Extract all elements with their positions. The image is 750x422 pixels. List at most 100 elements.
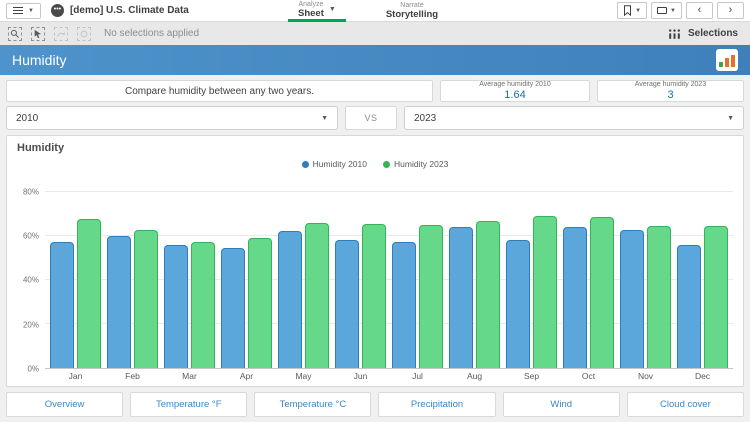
bar-humidity-2010-may[interactable] (278, 231, 302, 368)
bar-group-nov (620, 174, 671, 368)
chart-plot-area: 0%20%40%60%80% (17, 174, 733, 369)
global-menu-button[interactable]: ▼ (6, 3, 41, 19)
bookmarks-button[interactable]: ▼ (617, 2, 647, 19)
bar-group-dec (677, 174, 728, 368)
bar-humidity-2010-jul[interactable] (392, 242, 416, 368)
year-left-value: 2010 (16, 113, 38, 124)
legend-dot-icon (383, 161, 390, 168)
bar-humidity-2010-aug[interactable] (449, 227, 473, 368)
chart-legend: Humidity 2010 Humidity 2023 (17, 158, 733, 170)
smart-search-icon[interactable] (8, 27, 22, 41)
bar-humidity-2010-feb[interactable] (107, 236, 131, 368)
bar-humidity-2023-oct[interactable] (590, 217, 614, 368)
bar-group-oct (563, 174, 614, 368)
kpi-value: 1.64 (504, 90, 525, 101)
nav-button-overview[interactable]: Overview (6, 392, 123, 417)
y-axis-tick-label: 60% (23, 232, 39, 241)
bar-humidity-2023-jul[interactable] (419, 225, 443, 368)
tab-storytelling-label: Storytelling (386, 10, 438, 20)
bar-humidity-2023-nov[interactable] (647, 226, 671, 368)
bar-humidity-2010-jan[interactable] (50, 242, 74, 368)
year-left-dropdown[interactable]: 2010 ▼ (6, 106, 338, 130)
year-right-dropdown[interactable]: 2023 ▼ (404, 106, 744, 130)
bar-group-jan (50, 174, 101, 368)
bar-humidity-2010-nov[interactable] (620, 230, 644, 368)
step-forward-icon (54, 27, 68, 41)
sheet-thumbnail-chart-icon[interactable] (716, 49, 738, 71)
view-tabs: Analyze Sheet ▼ Narrate Storytelling (288, 0, 448, 22)
x-axis-tick-label: Jan (50, 371, 101, 381)
app-title: [demo] U.S. Climate Data (70, 5, 189, 16)
tab-sheet-label: Sheet (298, 9, 324, 19)
bar-humidity-2010-mar[interactable] (164, 245, 188, 368)
bar-humidity-2010-jun[interactable] (335, 240, 359, 368)
bar-humidity-2010-apr[interactable] (221, 248, 245, 368)
app-logo-icon: ••• (51, 4, 64, 17)
bar-humidity-2023-may[interactable] (305, 223, 329, 369)
y-axis-tick-label: 0% (27, 365, 39, 374)
selections-tool-button[interactable]: Selections (664, 22, 742, 45)
x-axis-tick-label: Mar (164, 371, 215, 381)
bar-humidity-2023-jan[interactable] (77, 219, 101, 368)
x-axis-tick-label: Apr (221, 371, 272, 381)
sheet-list-icon (657, 7, 667, 14)
x-axis-tick-label: Oct (563, 371, 614, 381)
selections-grid-icon (668, 28, 681, 40)
kpi-label: Average humidity 2010 (479, 81, 550, 88)
kpi-average-humidity-2010[interactable]: Average humidity 2010 1.64 (440, 80, 590, 102)
chevron-down-icon[interactable]: ▼ (329, 6, 336, 13)
bar-humidity-2010-oct[interactable] (563, 227, 587, 368)
top-bar: ▼ ••• [demo] U.S. Climate Data Analyze S… (0, 0, 750, 22)
bar-group-mar (164, 174, 215, 368)
bar-group-aug (449, 174, 500, 368)
topbar-actions: ▼ ▼ ‹ › (617, 2, 744, 19)
nav-button-temperature-c[interactable]: Temperature °C (254, 392, 371, 417)
bar-humidity-2023-jun[interactable] (362, 224, 386, 368)
bar-humidity-2023-apr[interactable] (248, 238, 272, 368)
vs-label-panel: VS (345, 106, 397, 130)
sheet-title: Humidity (12, 52, 66, 68)
nav-button-temperature-f[interactable]: Temperature °F (130, 392, 247, 417)
kpi-value: 3 (667, 90, 673, 101)
nav-button-wind[interactable]: Wind (503, 392, 620, 417)
previous-sheet-button[interactable]: ‹ (686, 2, 713, 19)
x-axis-tick-label: Sep (506, 371, 557, 381)
vs-label: VS (364, 113, 377, 123)
legend-label: Humidity 2010 (313, 159, 367, 169)
chart-x-axis: JanFebMarAprMayJunJulAugSepOctNovDec (45, 369, 733, 383)
bar-humidity-2023-dec[interactable] (704, 226, 728, 368)
bookmark-icon (623, 5, 632, 16)
tab-narrate-storytelling[interactable]: Narrate Storytelling (376, 0, 448, 22)
tab-analyze-sheet[interactable]: Analyze Sheet ▼ (288, 0, 346, 22)
x-axis-tick-label: Dec (677, 371, 728, 381)
selections-toolbar: No selections applied Selections (0, 22, 750, 45)
hamburger-icon (13, 5, 23, 16)
legend-label: Humidity 2023 (394, 159, 448, 169)
x-axis-tick-label: Nov (620, 371, 671, 381)
tab-narrate-label: Narrate (400, 2, 423, 9)
bar-group-apr (221, 174, 272, 368)
bar-humidity-2010-sep[interactable] (506, 240, 530, 368)
sheet-title-bar: Humidity (0, 45, 750, 75)
bar-group-sep (506, 174, 557, 368)
x-axis-tick-label: Aug (449, 371, 500, 381)
chart-title: Humidity (17, 142, 733, 155)
x-axis-tick-label: Jul (392, 371, 443, 381)
sheet-selector-button[interactable]: ▼ (651, 2, 682, 19)
bar-humidity-2023-aug[interactable] (476, 221, 500, 368)
bar-humidity-2023-sep[interactable] (533, 216, 557, 368)
kpi-average-humidity-2023[interactable]: Average humidity 2023 3 (597, 80, 744, 102)
bar-humidity-2023-mar[interactable] (191, 242, 215, 368)
y-axis-tick-label: 20% (23, 320, 39, 329)
lasso-select-icon[interactable] (31, 27, 45, 41)
selections-status-text: No selections applied (104, 28, 199, 39)
chevron-down-icon: ▼ (28, 8, 34, 14)
nav-button-precipitation[interactable]: Precipitation (378, 392, 495, 417)
nav-button-cloud-cover[interactable]: Cloud cover (627, 392, 744, 417)
bar-humidity-2010-dec[interactable] (677, 245, 701, 368)
bar-humidity-2023-feb[interactable] (134, 230, 158, 368)
legend-item-humidity-2023[interactable]: Humidity 2023 (383, 159, 448, 169)
bar-group-jun (335, 174, 386, 368)
legend-item-humidity-2010[interactable]: Humidity 2010 (302, 159, 367, 169)
next-sheet-button[interactable]: › (717, 2, 744, 19)
